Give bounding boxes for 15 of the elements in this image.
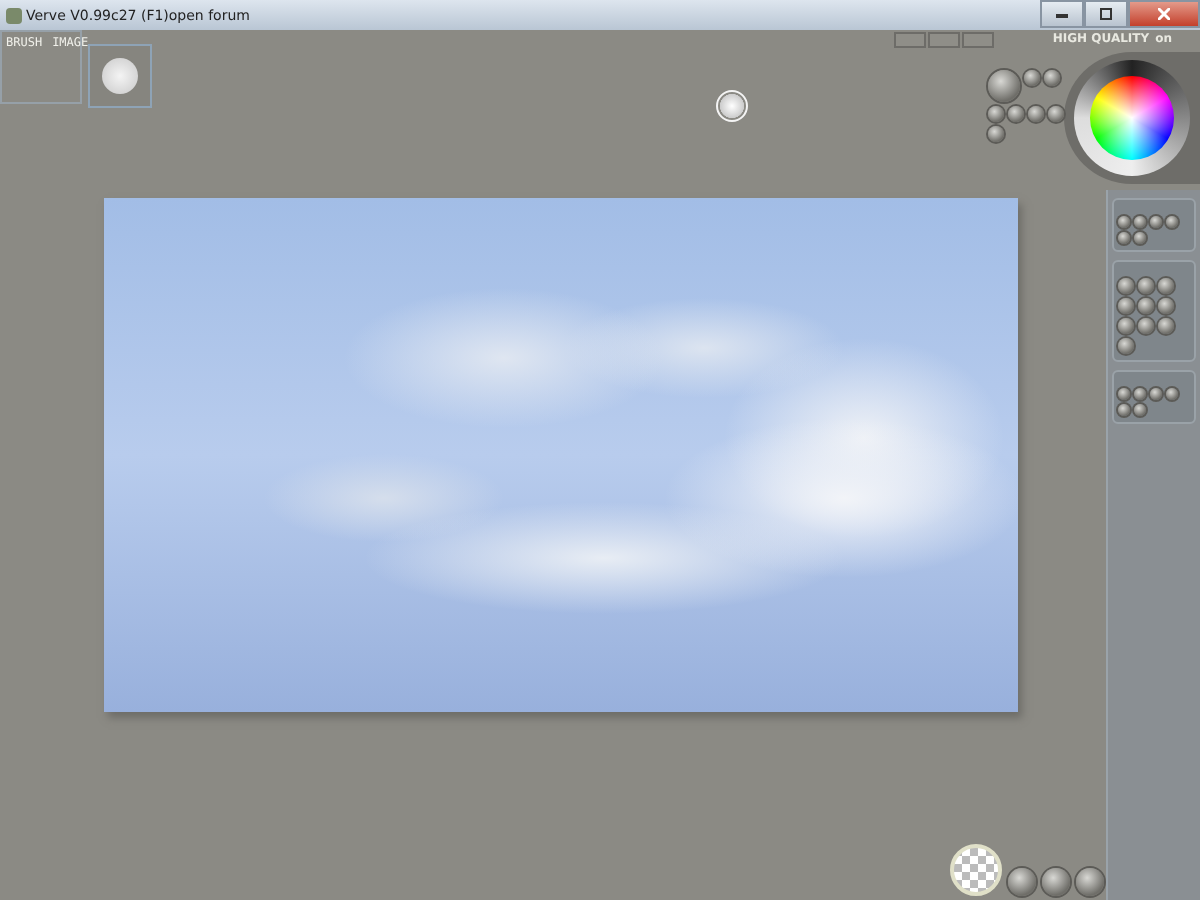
color-wheel[interactable]: [1064, 52, 1200, 184]
minimize-button[interactable]: [1040, 0, 1084, 28]
maximize-button[interactable]: [1084, 0, 1128, 28]
brush-cursor-icon: [716, 90, 748, 122]
brush-preview: [88, 44, 152, 108]
round-button[interactable]: [988, 70, 1020, 102]
maximize-icon: [1100, 8, 1112, 20]
round-button[interactable]: [1042, 868, 1070, 896]
round-button[interactable]: [1076, 868, 1104, 896]
app-icon: [6, 7, 22, 23]
close-button[interactable]: [1128, 0, 1200, 28]
checker-button[interactable]: [950, 844, 1002, 896]
close-icon: [1158, 8, 1170, 20]
round-button[interactable]: [1008, 868, 1036, 896]
minimize-icon: [1056, 11, 1068, 17]
